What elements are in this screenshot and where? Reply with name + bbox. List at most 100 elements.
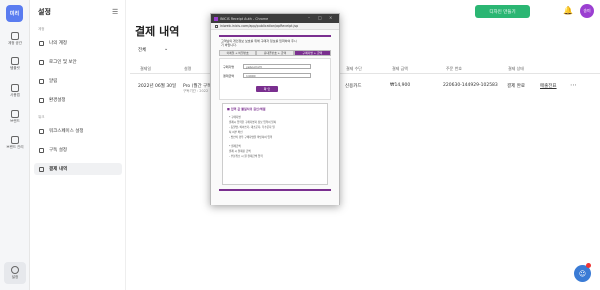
column-header: 결제 수단 <box>346 66 362 71</box>
help-line: * 결제금액 <box>229 145 241 148</box>
bell-icon <box>39 78 44 84</box>
tab-phone-amount[interactable]: 휴대폰번호 + 금액 <box>256 50 294 56</box>
tab-email-password[interactable]: 이메일 + 비밀번호 <box>219 50 257 56</box>
cell-method: 신용카드 <box>345 84 362 89</box>
sidebar-item-subscription[interactable]: 구독 설정 <box>34 144 122 156</box>
preferences-icon <box>39 97 44 103</box>
close-icon[interactable]: × <box>329 15 332 20</box>
rail-label: 브랜드 <box>10 119 20 123</box>
cell-status: 결제 완료 <box>507 84 525 89</box>
popup-intro-text: 고객님의 개인정보 보호를 위해 구매자 정보를 입력하여 주시 기 바랍니다. <box>221 39 329 47</box>
sidebar-item-label: 나의 계정 <box>49 41 67 46</box>
column-header: 결제일 <box>140 66 152 71</box>
lock-icon <box>215 24 218 28</box>
avatar[interactable]: 송미 <box>580 4 594 18</box>
cell-description-sub: 구독기간 : 2022 <box>183 89 209 93</box>
chat-icon: ☺ <box>578 269 587 278</box>
receipt-link[interactable]: 매출전표 <box>540 83 557 89</box>
sidebar-item-payment-history[interactable]: 결제 내역 <box>34 163 122 175</box>
help-line: - 법인의 경우 구매자명을 확인하여 입력 <box>229 136 273 139</box>
cell-order-number: 220630-144929-102583 <box>443 83 498 88</box>
tab-buyer-amount[interactable]: 구매자명 + 금액 <box>293 50 331 56</box>
amount-field[interactable]: 14900 <box>243 73 311 78</box>
popup-address-bar[interactable]: iniweb.inicis.com/app/publication/apRece… <box>211 23 339 30</box>
rail-label: 설정 <box>11 275 19 279</box>
lock-icon <box>39 59 44 65</box>
sidebar-item-label: 결제 내역 <box>49 167 68 172</box>
rail-label: 계정 공간 <box>8 41 22 45</box>
rail-item-template[interactable]: 템플릿 <box>0 57 30 71</box>
column-header: 설명 <box>184 66 192 71</box>
intro-line: 기 바랍니다. <box>221 43 237 47</box>
confirm-button[interactable]: 확 인 <box>256 86 278 92</box>
favicon-icon <box>214 16 218 21</box>
auth-method-tabs: 이메일 + 비밀번호 휴대폰번호 + 금액 구매자명 + 금액 <box>219 50 331 56</box>
sidebar-item-label: 워크스페이스 설정 <box>49 129 84 134</box>
notification-bell-icon[interactable]: 🔔 <box>563 6 573 15</box>
column-header: 결제 상태 <box>508 66 524 71</box>
popup-titlebar: INICIS Receipt Auth - Chrome – □ × <box>211 14 339 23</box>
sidebar-item-workspace-settings[interactable]: 워크스페이스 설정 <box>34 125 122 137</box>
sidebar-title: 설정 <box>38 8 51 16</box>
subscription-icon <box>39 147 44 153</box>
help-line: 결제 시 결제된 금액 <box>229 150 251 153</box>
divider <box>219 189 331 191</box>
chevron-down-icon[interactable]: ⌄ <box>164 46 168 52</box>
help-line: * 구매자명 <box>229 116 241 119</box>
rail-item-home[interactable]: 계정 공간 <box>0 32 30 46</box>
amount-label: 결제금액 <box>223 74 235 78</box>
popup-content: 고객님의 개인정보 보호를 위해 구매자 정보를 입력하여 주시 기 바랍니다.… <box>211 30 339 205</box>
buyer-name-label: 구매자명 <box>223 65 235 69</box>
sidebar-item-login-security[interactable]: 로그인 및 보안 <box>34 56 122 68</box>
help-line: 치 여부 확인 <box>229 131 243 134</box>
gear-icon <box>11 266 19 274</box>
more-options-icon[interactable]: ⋯ <box>570 81 577 89</box>
receipt-icon <box>39 166 44 172</box>
rail-item-settings[interactable]: 설정 <box>4 262 26 284</box>
home-icon <box>11 32 19 40</box>
app-logo[interactable]: 미리 <box>6 5 23 22</box>
column-header: 주문 번호 <box>446 66 462 71</box>
rail-label: 사용법 <box>10 93 20 97</box>
column-header: 결제 금액 <box>392 66 408 71</box>
workspace-icon <box>39 128 44 134</box>
cell-amount: ₩14,900 <box>390 83 411 88</box>
create-design-button[interactable]: 디자인 만들기 <box>475 5 530 18</box>
help-line: 결제시 입력한 구매자명과 정보 입력이 일치 <box>229 121 277 124</box>
collapse-sidebar-icon[interactable]: ☰ <box>112 8 118 16</box>
sidebar-item-notifications[interactable]: 알림 <box>34 75 122 87</box>
table-header: 결제일 설명 결제 수단 결제 금액 주문 번호 결제 상태 <box>130 64 600 74</box>
brand-manage-icon <box>11 136 19 144</box>
section-label-account: 계정 <box>38 27 45 31</box>
cell-date: 2022년 06월 30일 <box>138 84 177 89</box>
sidebar-item-label: 로그인 및 보안 <box>49 60 77 65</box>
popup-title: INICIS Receipt Auth - Chrome <box>220 16 269 21</box>
user-icon <box>39 40 44 46</box>
divider <box>219 35 331 37</box>
guide-icon <box>11 84 19 92</box>
help-line: - 부분취소 시 원 결제금액 입력 <box>229 155 263 158</box>
sidebar-item-label: 환경설정 <box>49 98 66 103</box>
chat-badge <box>586 263 591 268</box>
sidebar-item-label: 구독 설정 <box>49 148 67 153</box>
buyer-name-field[interactable]: yebool123 <box>243 64 311 69</box>
help-title: ■ 입력 값 불일치의 원인/해결 <box>227 107 266 111</box>
sidebar-item-my-account[interactable]: 나의 계정 <box>34 37 122 49</box>
minimize-icon[interactable]: – <box>308 15 310 20</box>
sidebar-item-preferences[interactable]: 환경설정 <box>34 94 122 106</box>
popup-url: iniweb.inicis.com/app/publication/apRece… <box>220 24 299 28</box>
icon-rail: 미리 계정 공간 템플릿 사용법 브랜드 브랜드 관리 설정 <box>0 0 30 290</box>
sidebar-item-label: 알림 <box>49 79 58 84</box>
receipt-auth-popup: INICIS Receipt Auth - Chrome – □ × iniwe… <box>210 13 340 205</box>
maximize-icon[interactable]: □ <box>318 15 322 20</box>
section-label-workspace: 워크 <box>38 115 45 119</box>
rail-item-guide[interactable]: 사용법 <box>0 84 30 98</box>
settings-sidebar: 설정 ☰ 계정 나의 계정 로그인 및 보안 알림 환경설정 워크 워크스페이스… <box>30 0 126 290</box>
rail-label: 템플릿 <box>10 66 20 70</box>
status-filter[interactable]: 전체 <box>138 47 146 53</box>
template-icon <box>11 57 19 65</box>
help-line: - 동일명, 띄어쓰기, 대소문자, 특수문자 일 <box>229 126 275 129</box>
rail-item-brand-manage[interactable]: 브랜드 관리 <box>0 136 30 150</box>
rail-item-brand[interactable]: 브랜드 <box>0 110 30 124</box>
brand-icon <box>11 110 19 118</box>
